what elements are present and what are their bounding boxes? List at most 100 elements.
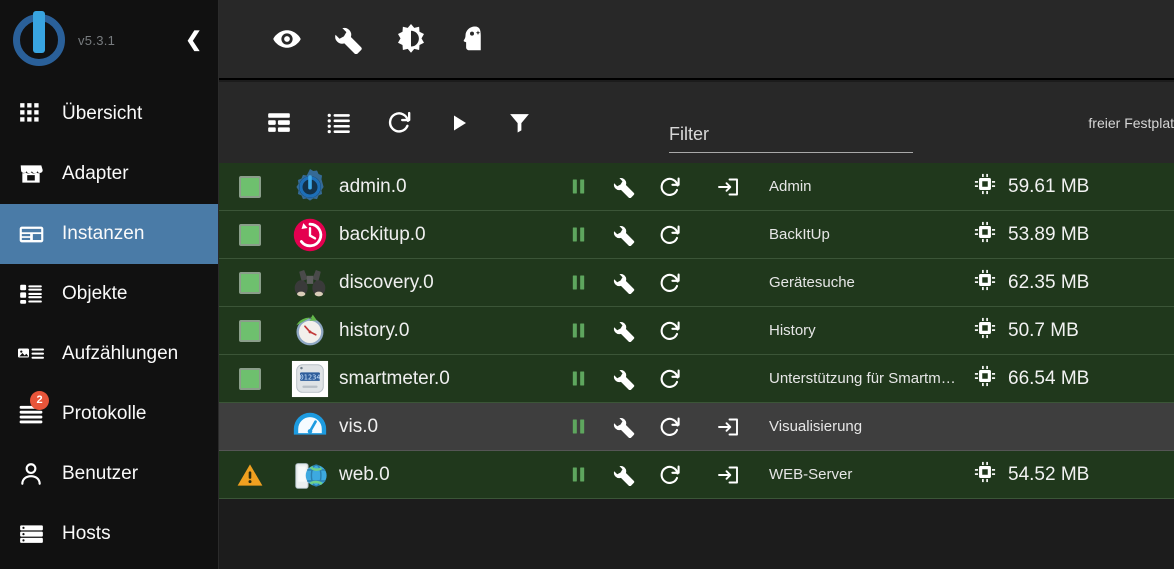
open-in-icon[interactable] <box>705 415 751 439</box>
sidebar-item--bersicht[interactable]: Übersicht <box>0 84 218 144</box>
log-lines-icon: 2 <box>16 391 49 429</box>
refresh-icon[interactable] <box>647 415 693 439</box>
row-actions <box>555 319 705 343</box>
status-badge-running[interactable] <box>219 175 281 198</box>
instance-description: BackItUp <box>769 226 830 243</box>
row-actions <box>555 463 705 487</box>
table-view-icon[interactable] <box>249 101 309 145</box>
instance-name: discovery.0 <box>339 271 434 293</box>
memory-chip-icon <box>974 461 996 488</box>
app-header <box>219 0 1174 80</box>
brand-header: v5.3.1 ❮ <box>0 0 218 80</box>
wrench-icon[interactable] <box>601 175 647 198</box>
table-row[interactable]: 01234 smartmeter.0 Unterstützung für Smart… <box>219 355 1174 403</box>
filter-icon[interactable] <box>489 101 549 145</box>
table-row[interactable]: backitup.0 BackItUp 53.89 MB <box>219 211 1174 259</box>
status-badge-running[interactable] <box>219 319 281 342</box>
refresh-icon[interactable] <box>647 463 693 487</box>
refresh-icon[interactable] <box>647 223 693 247</box>
refresh-icon[interactable] <box>647 367 693 391</box>
backitup-clock-icon <box>281 217 339 253</box>
list-alt-icon <box>16 279 46 309</box>
brightness-icon[interactable] <box>383 16 439 62</box>
row-actions <box>555 175 705 199</box>
wrench-icon[interactable] <box>601 415 647 438</box>
open-in-icon[interactable] <box>705 175 751 199</box>
sidebar-item-label: Hosts <box>62 523 111 544</box>
sidebar-item-label: Protokolle <box>62 403 147 424</box>
memory-value: 66.54 MB <box>1008 367 1090 389</box>
refresh-icon[interactable] <box>647 175 693 199</box>
row-actions <box>555 271 705 295</box>
pause-icon[interactable] <box>555 224 601 245</box>
pause-icon[interactable] <box>555 368 601 389</box>
svg-text:01234: 01234 <box>299 372 320 381</box>
grid-icon <box>16 99 46 129</box>
sidebar-item-label: Übersicht <box>62 103 143 124</box>
memory-chip-icon <box>974 221 996 248</box>
open-in-icon[interactable] <box>705 463 751 487</box>
status-badge-running[interactable] <box>219 367 281 390</box>
status-square-icon <box>239 271 261 294</box>
web-globe-icon <box>281 456 339 494</box>
row-actions <box>555 415 705 439</box>
instance-name: smartmeter.0 <box>339 367 450 389</box>
sidebar-item-aufz-hlungen[interactable]: Aufzählungen <box>0 324 218 384</box>
sidebar-item-adapter[interactable]: Adapter <box>0 144 218 204</box>
table-row[interactable]: vis.0 Visualisierung <box>219 403 1174 451</box>
status-square-icon <box>239 175 261 198</box>
eye-icon[interactable] <box>259 16 315 62</box>
sidebar-item-objekte[interactable]: Objekte <box>0 264 218 324</box>
table-row[interactable]: history.0 History 50.7 MB <box>219 307 1174 355</box>
refresh-icon[interactable] <box>647 319 693 343</box>
chevron-left-icon[interactable]: ❮ <box>185 30 202 50</box>
row-actions <box>555 223 705 247</box>
pause-icon[interactable] <box>555 416 601 437</box>
list-view-icon[interactable] <box>309 101 369 145</box>
head-icon[interactable] <box>445 16 501 62</box>
sidebar-item-hosts[interactable]: Hosts <box>0 504 218 564</box>
smartmeter-icon: 01234 <box>281 360 339 398</box>
wrench-icon[interactable] <box>601 463 647 486</box>
memory-cell: 50.7 MB <box>974 317 1174 344</box>
memory-value: 62.35 MB <box>1008 271 1090 293</box>
wrench-icon[interactable] <box>601 271 647 294</box>
status-badge-warning[interactable] <box>219 463 281 487</box>
table-row[interactable]: web.0 WEB-Server 54.52 MB <box>219 451 1174 499</box>
memory-value: 59.61 MB <box>1008 175 1090 197</box>
filter-input[interactable] <box>669 122 913 153</box>
sidebar-item-protokolle[interactable]: 2 Protokolle <box>0 384 218 444</box>
memory-cell: 53.89 MB <box>974 221 1174 248</box>
memory-cell: 54.52 MB <box>974 461 1174 488</box>
wrench-icon[interactable] <box>601 319 647 342</box>
instance-name: web.0 <box>339 463 390 485</box>
sidebar-item-label: Objekte <box>62 283 128 304</box>
memory-chip-icon <box>974 317 996 344</box>
table-row[interactable]: admin.0 Admin 59.61 MB <box>219 163 1174 211</box>
status-square-icon <box>239 223 261 246</box>
sidebar-item-benutzer[interactable]: Benutzer <box>0 444 218 504</box>
pause-icon[interactable] <box>555 272 601 293</box>
content-panel: freier Festplat admin.0 Admin 59.61 MB back… <box>219 82 1174 569</box>
refresh-icon[interactable] <box>369 101 429 145</box>
pause-icon[interactable] <box>555 464 601 485</box>
free-disk-label: freier Festplat <box>1088 114 1174 131</box>
memory-chip-icon <box>974 173 996 200</box>
pause-icon[interactable] <box>555 320 601 341</box>
play-icon[interactable] <box>429 101 489 145</box>
instance-description: Visualisierung <box>769 418 863 435</box>
status-badge-running[interactable] <box>219 223 281 246</box>
wrench-icon[interactable] <box>601 367 647 390</box>
instances-table: admin.0 Admin 59.61 MB backitup.0 BackItUp 53… <box>219 163 1174 569</box>
filter-field-wrapper <box>669 122 913 153</box>
instance-description: Admin <box>769 178 812 195</box>
sidebar-item-label: Benutzer <box>62 463 139 484</box>
memory-value: 53.89 MB <box>1008 223 1090 245</box>
refresh-icon[interactable] <box>647 271 693 295</box>
pause-icon[interactable] <box>555 176 601 197</box>
wrench-icon[interactable] <box>601 223 647 246</box>
table-row[interactable]: discovery.0 Gerätesuche 62.35 MB <box>219 259 1174 307</box>
wrench-icon[interactable] <box>321 16 377 62</box>
sidebar-item-instanzen[interactable]: Instanzen <box>0 204 218 264</box>
status-badge-running[interactable] <box>219 271 281 294</box>
